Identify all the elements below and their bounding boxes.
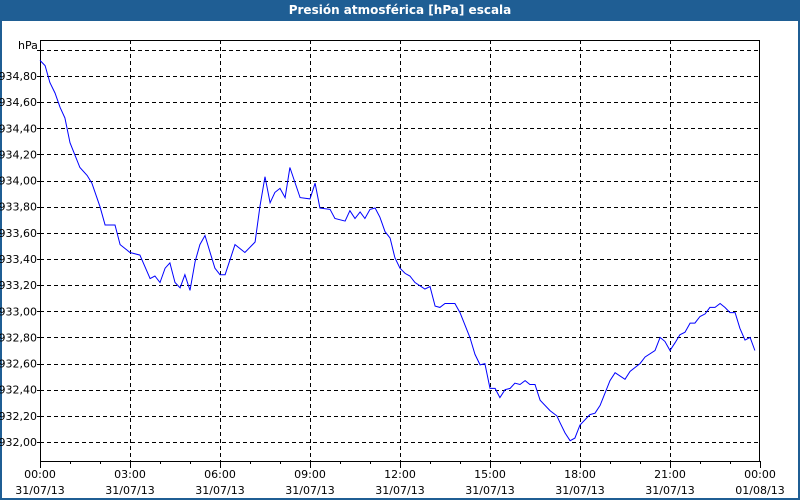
y-tick-label: 932,80 [0,331,37,344]
x-tick-time-label: 21:00 [654,468,686,481]
x-tick-date-label: 31/07/13 [555,484,604,497]
y-tick-label: 932,20 [0,410,37,423]
x-tick-time-label: 06:00 [204,468,236,481]
x-tick-date-label: 31/07/13 [15,484,64,497]
x-tick-date-label: 31/07/13 [645,484,694,497]
x-tick-date-label: 31/07/13 [285,484,334,497]
x-tick-time-label: 00:00 [24,468,56,481]
grid [40,40,760,461]
y-tick-label: 934,80 [0,70,37,83]
y-tick-labels: 932,00 932,20 932,40 932,60 932,80 933,00 933,… [0,70,37,449]
x-tick-labels: 00:00 31/07/13 03:00 31/07/13 06:00 31/07/13 0… [15,468,784,497]
y-tick-label: 933,20 [0,279,37,292]
y-tick-label: 934,60 [0,96,37,109]
y-tick-label: 932,60 [0,358,37,371]
x-tick-date-label: 31/07/13 [195,484,244,497]
axes [37,40,761,468]
y-tick-label: 932,40 [0,384,37,397]
y-axis-unit-label: hPa [18,39,38,52]
x-tick-time-label: 15:00 [474,468,506,481]
y-tick-label: 933,00 [0,305,37,318]
y-tick-label: 934,40 [0,122,37,135]
y-tick-label: 934,00 [0,175,37,188]
y-tick-label: 932,00 [0,436,37,449]
y-tick-label: 933,40 [0,253,37,266]
x-tick-date-label: 31/07/13 [375,484,424,497]
x-tick-date-label: 01/08/13 [735,484,784,497]
x-tick-time-label: 12:00 [384,468,416,481]
x-tick-date-label: 31/07/13 [465,484,514,497]
x-tick-date-label: 31/07/13 [105,484,154,497]
x-tick-time-label: 03:00 [114,468,146,481]
pressure-chart: hPa 932,00 932,20 932,40 932,60 932,80 933,00… [0,39,785,497]
y-tick-label: 934,20 [0,148,37,161]
x-tick-time-label: 00:00 [744,468,776,481]
pressure-series-line [39,60,756,442]
x-tick-time-label: 09:00 [294,468,326,481]
y-tick-label: 933,60 [0,227,37,240]
y-tick-label: 933,80 [0,201,37,214]
x-tick-time-label: 18:00 [564,468,596,481]
